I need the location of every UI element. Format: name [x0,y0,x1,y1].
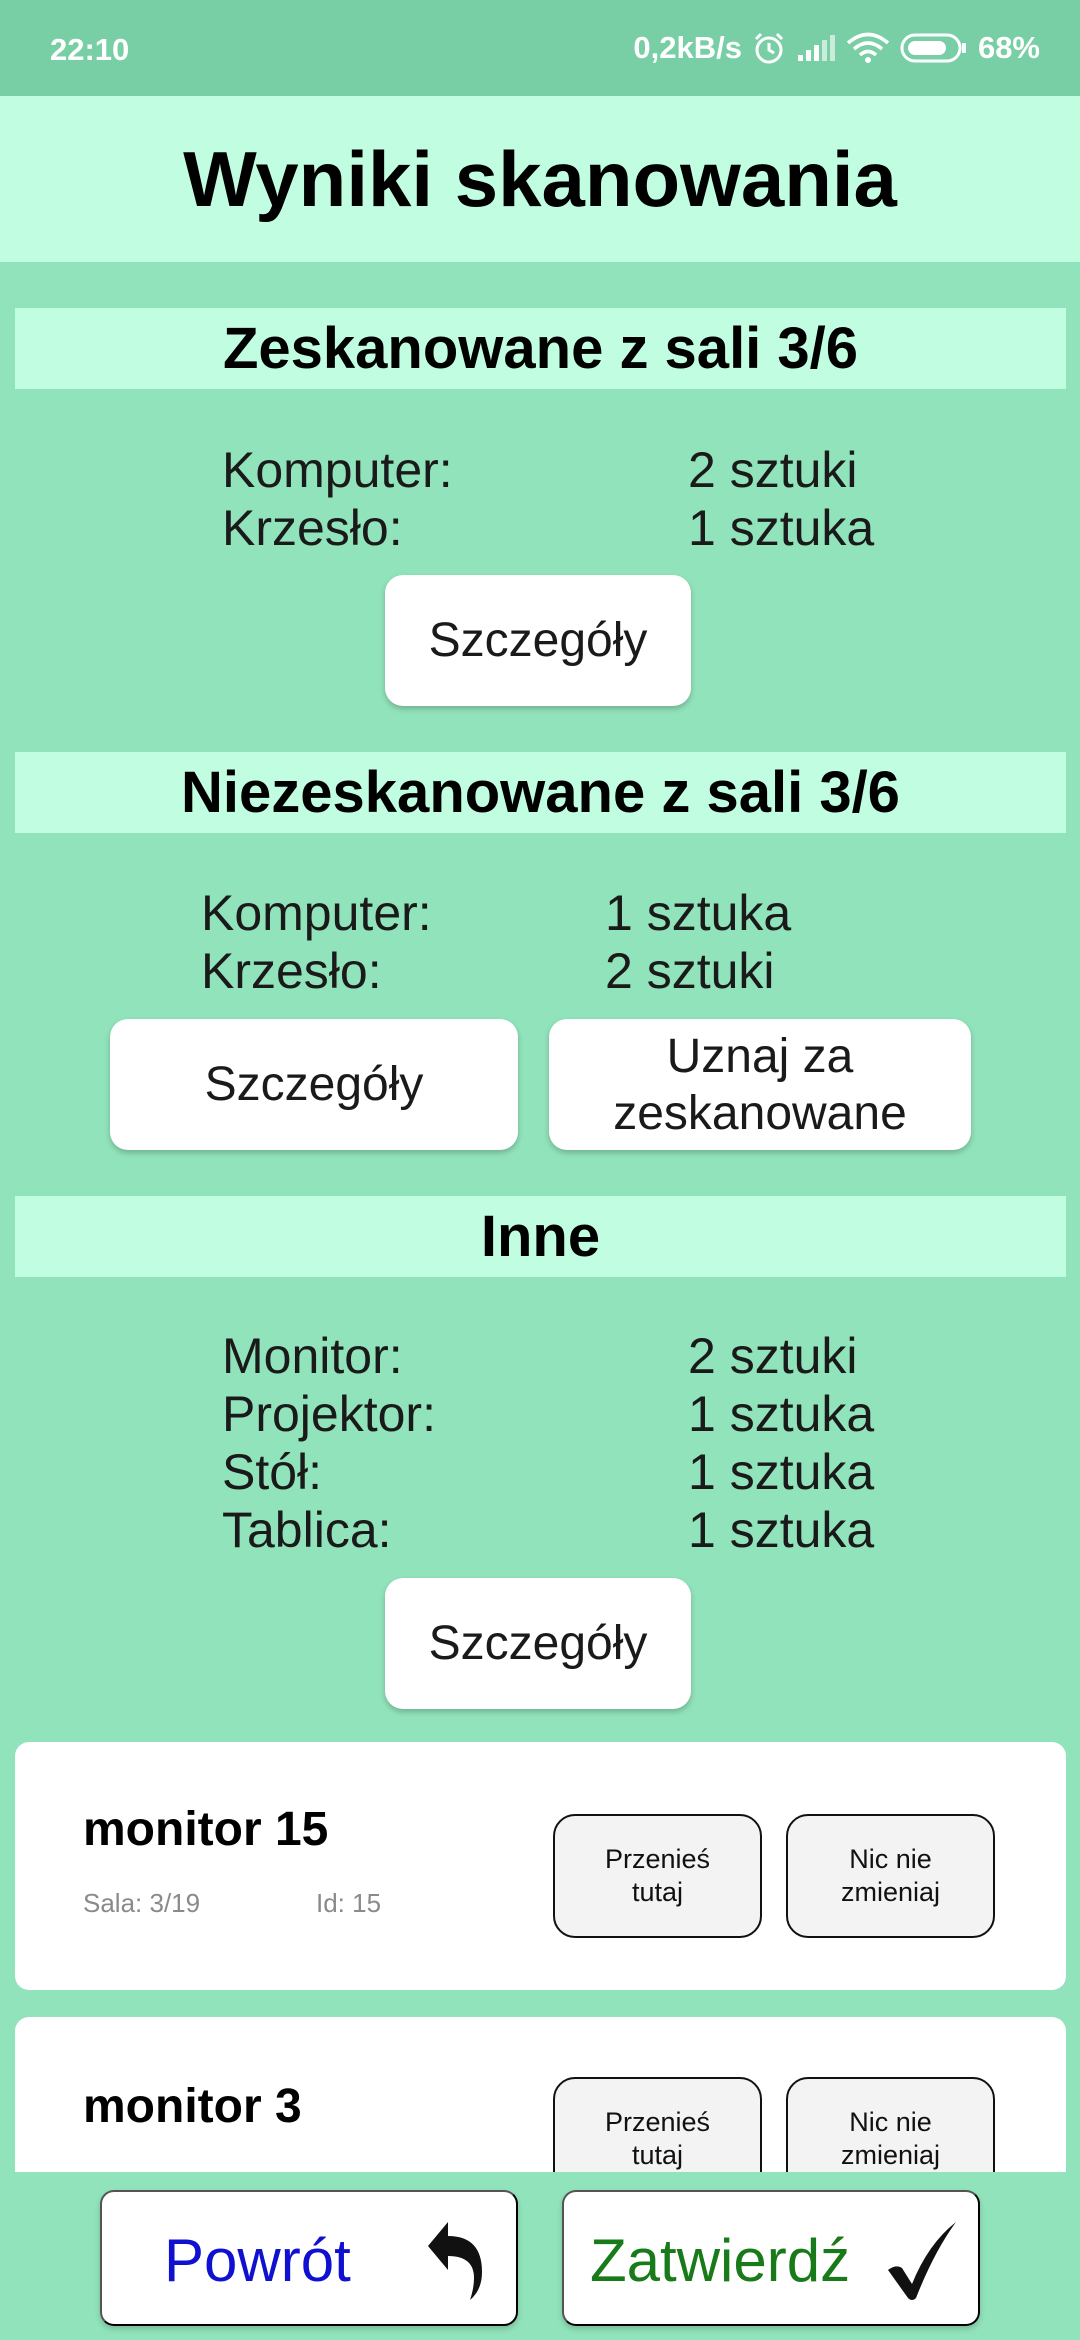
card-room: Sala: 3/19 [83,1888,201,1918]
item-count: 1 sztuka [688,1386,875,1442]
page-title: Wyniki skanowania [183,134,897,223]
battery-icon [900,33,966,63]
status-icons: 0,2kB/s 68% [633,30,1040,66]
item-name: Krzesło: [222,500,403,556]
item-name: Projektor: [222,1386,436,1442]
others-section-title: Inne [15,1196,1066,1277]
back-label: Powrót [164,2227,351,2294]
item-card: monitor 3 Przenieś tutaj Nic nie zmienia… [15,2017,1066,2172]
card-id: Id: 15 [316,1888,382,1918]
list-item: Krzesło: 2 sztuki [201,942,791,1000]
no-change-label-line1: Nic nie [849,1844,932,1874]
item-name: Komputer: [201,885,432,941]
mark-as-scanned-label-line2: zeskanowane [613,1086,907,1140]
list-item: Tablica: 1 sztuka [222,1501,874,1559]
item-card: monitor 15 Sala: 3/19 Id: 15 Przenieś tu… [15,1742,1066,1990]
item-name: Stół: [222,1444,323,1500]
item-name: Krzesło: [201,943,382,999]
scanned-section-title: Zeskanowane z sali 3/6 [15,308,1066,389]
undo-arrow-icon [428,2222,482,2300]
item-count: 1 sztuka [688,1444,875,1500]
list-item: Monitor: 2 sztuki [222,1327,874,1385]
wifi-icon [846,32,890,63]
confirm-label: Zatwierdź [590,2227,851,2294]
card-title: monitor 3 [83,2080,302,2133]
other-items-list[interactable]: monitor 15 Sala: 3/19 Id: 15 Przenieś tu… [0,1730,1080,2172]
no-change-button[interactable]: Nic nie zmieniaj [786,2077,995,2172]
back-button[interactable]: Powrót [100,2190,518,2326]
move-here-button[interactable]: Przenieś tutaj [553,2077,762,2172]
no-change-label-line1: Nic nie [849,2107,932,2137]
network-speed: 0,2kB/s [633,30,742,65]
app-header: Wyniki skanowania [0,96,1080,262]
no-change-label-line2: zmieniaj [840,1877,941,1907]
mark-as-scanned-label-line1: Uznaj za [666,1029,854,1083]
list-item: Stół: 1 sztuka [222,1443,874,1501]
item-count: 1 sztuka [688,500,875,556]
item-name: Tablica: [222,1502,392,1558]
not-scanned-section-title: Niezeskanowane z sali 3/6 [15,752,1066,833]
move-here-label-line1: Przenieś [604,2107,711,2137]
move-here-label-line1: Przenieś [604,1844,711,1874]
list-item: Komputer: 1 sztuka [201,884,791,942]
not-scanned-details-button[interactable]: Szczegóły [110,1019,518,1150]
move-here-label-line2: tutaj [631,1877,684,1907]
signal-icon [797,35,835,61]
list-item: Projektor: 1 sztuka [222,1385,874,1443]
item-count: 1 sztuka [605,885,792,941]
confirm-button[interactable]: Zatwierdź [562,2190,980,2326]
list-item: Krzesło: 1 sztuka [222,499,874,557]
not-scanned-item-list: Komputer: 1 sztuka Krzesło: 2 sztuki [201,884,791,1000]
status-time: 22:10 [50,32,130,67]
no-change-button[interactable]: Nic nie zmieniaj [786,1814,995,1938]
checkmark-icon [888,2222,956,2300]
others-item-list: Monitor: 2 sztuki Projektor: 1 sztuka St… [222,1327,874,1559]
others-details-button[interactable]: Szczegóły [385,1578,691,1709]
mark-as-scanned-button[interactable]: Uznaj za zeskanowane [549,1019,971,1150]
item-count: 1 sztuka [688,1502,875,1558]
status-bar: 22:10 0,2kB/s 68% [0,0,1080,96]
item-count: 2 sztuki [688,442,858,498]
move-here-button[interactable]: Przenieś tutaj [553,1814,762,1938]
item-count: 2 sztuki [688,1328,858,1384]
list-item: Komputer: 2 sztuki [222,441,874,499]
alarm-icon [754,32,784,64]
item-name: Komputer: [222,442,453,498]
item-count: 2 sztuki [605,943,775,999]
no-change-label-line2: zmieniaj [840,2140,941,2170]
move-here-label-line2: tutaj [631,2140,684,2170]
item-name: Monitor: [222,1328,403,1384]
scanned-item-list: Komputer: 2 sztuki Krzesło: 1 sztuka [222,441,874,557]
battery-level: 68% [977,30,1040,65]
card-title: monitor 15 [83,1803,329,1856]
scanned-details-button[interactable]: Szczegóły [385,575,691,706]
